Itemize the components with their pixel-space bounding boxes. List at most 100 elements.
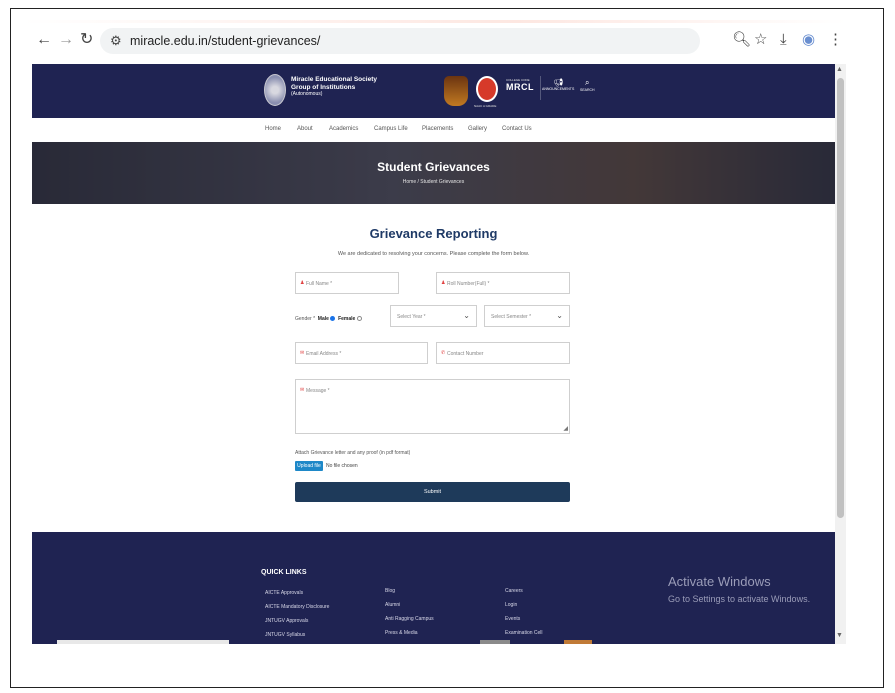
resize-handle-icon[interactable]: ◢ xyxy=(563,425,568,432)
gender-female-radio[interactable] xyxy=(356,316,362,322)
page-scrollbar[interactable]: ▲ ▼ xyxy=(835,64,846,644)
windows-watermark-subtitle: Go to Settings to activate Windows. xyxy=(668,594,811,604)
year-placeholder: Select Year * xyxy=(397,314,426,320)
search-button[interactable]: ⌕ SEARCH xyxy=(580,78,595,92)
chevron-down-icon: ⌄ xyxy=(556,311,563,320)
badge-label: NAAC A GRADE xyxy=(474,104,497,108)
submit-button[interactable]: Submit xyxy=(295,482,570,502)
semester-placeholder: Select Semester * xyxy=(491,314,532,320)
user-icon: ♟ xyxy=(300,280,305,286)
megaphone-icon: 📢︎ xyxy=(553,78,564,87)
form-subtitle: We are dedicated to resolving your conce… xyxy=(337,251,530,257)
full-name-input[interactable]: ♟ Full Name * xyxy=(295,272,399,294)
footer-link[interactable]: JNTUGV Approvals xyxy=(265,618,308,624)
scroll-up-arrow-icon[interactable]: ▲ xyxy=(836,66,843,73)
footer-link[interactable]: Login xyxy=(505,602,517,608)
nav-item-campus-life[interactable]: Campus Life xyxy=(374,126,408,132)
message-placeholder: Message * xyxy=(306,388,330,394)
form-title: Grievance Reporting xyxy=(369,226,498,241)
site-header: Miracle Educational Society Group of Ins… xyxy=(32,64,835,118)
nav-item-gallery[interactable]: Gallery xyxy=(468,126,487,132)
society-logo[interactable] xyxy=(264,74,286,106)
back-arrow-icon[interactable]: ← xyxy=(36,32,52,48)
no-file-text: No file chosen xyxy=(326,463,358,469)
society-line3: (Autonomous) xyxy=(291,91,323,97)
page-viewport: Miracle Educational Society Group of Ins… xyxy=(32,64,835,644)
society-line1: Miracle Educational Society xyxy=(291,76,377,83)
address-bar[interactable]: ⚙ miracle.edu.in/student-grievances/ xyxy=(100,28,700,54)
nav-item-placements[interactable]: Placements xyxy=(422,126,453,132)
mrcl-emblem-icon xyxy=(476,76,498,102)
message-textarea[interactable]: ✉ Message * ◢ xyxy=(295,379,570,434)
zoom-icon[interactable]: 🔍︎ xyxy=(732,32,751,48)
browser-toolbar: ← → ↻ ⚙ miracle.edu.in/student-grievance… xyxy=(22,20,846,64)
announcements-label: ANNOUNCEMENTS xyxy=(542,87,575,91)
college-code: COLLEGE CODE MRCL xyxy=(506,78,536,96)
menu-kebab-icon[interactable]: ⋮ xyxy=(828,32,843,48)
gender-male-radio[interactable] xyxy=(330,316,336,322)
scrollbar-thumb[interactable] xyxy=(837,78,844,518)
email-placeholder: Email Address * xyxy=(306,351,342,357)
windows-watermark-title: Activate Windows xyxy=(668,574,771,589)
footer-link[interactable]: Press & Media xyxy=(385,630,418,636)
nav-item-academics[interactable]: Academics xyxy=(329,126,358,132)
society-line2: Group of Institutions xyxy=(291,83,356,91)
society-name: Miracle Educational Society Group of Ins… xyxy=(291,76,377,99)
search-label: SEARCH xyxy=(580,88,595,92)
footer-link[interactable]: JNTUGV Syllabus xyxy=(265,632,305,638)
contact-placeholder: Contact Number xyxy=(447,351,484,357)
gender-female-label[interactable]: Female xyxy=(338,316,355,322)
reload-icon[interactable]: ↻ xyxy=(80,32,93,48)
profile-icon[interactable]: ◉ xyxy=(802,32,815,48)
forward-arrow-icon[interactable]: → xyxy=(58,32,74,48)
footer-link[interactable]: Blog xyxy=(385,588,395,594)
gender-radio-group: Gender * Male Female xyxy=(295,316,362,322)
nav-item-home[interactable]: Home xyxy=(265,126,281,132)
full-name-placeholder: Full Name * xyxy=(306,281,333,287)
footer-link[interactable]: Examination Cell xyxy=(505,630,543,636)
nav-item-about[interactable]: About xyxy=(297,126,313,132)
gender-male-label[interactable]: Male xyxy=(318,316,329,322)
gender-label: Gender * xyxy=(295,316,316,322)
header-divider xyxy=(540,76,541,100)
footer-link[interactable]: Careers xyxy=(505,588,523,594)
user-icon: ♟ xyxy=(441,280,446,286)
nav-item-contact-us[interactable]: Contact Us xyxy=(502,126,532,132)
bookmark-star-icon[interactable]: ☆ xyxy=(754,32,767,48)
attach-label: Attach Grievance letter and any proof (i… xyxy=(295,450,411,456)
upload-file-button[interactable]: Upload file xyxy=(295,461,323,471)
search-icon: ⌕ xyxy=(585,78,590,87)
naac-badge-icon xyxy=(444,76,468,106)
main-navigation: Home About Academics Campus Life Placeme… xyxy=(32,118,835,142)
phone-icon: ✆ xyxy=(441,350,446,356)
college-code-value: MRCL xyxy=(506,82,534,92)
email-input[interactable]: ✉ Email Address * xyxy=(295,342,428,364)
page-title: Student Grievances xyxy=(377,160,490,174)
footer-link[interactable]: AICTE Mandatory Disclosure xyxy=(265,604,329,610)
footer-strip xyxy=(564,640,592,644)
footer-strip xyxy=(480,640,510,644)
site-footer: QUICK LINKS AICTE Approvals AICTE Mandat… xyxy=(32,532,835,644)
footer-link[interactable]: Alumni xyxy=(385,602,400,608)
semester-select[interactable]: Select Semester * ⌄ xyxy=(484,305,570,327)
tab-strip-edge xyxy=(22,20,846,23)
roll-number-input[interactable]: ♟ Roll Number(Full) * xyxy=(436,272,570,294)
footer-link[interactable]: Events xyxy=(505,616,520,622)
envelope-icon: ✉ xyxy=(300,387,305,393)
contact-number-input[interactable]: ✆ Contact Number xyxy=(436,342,570,364)
page-banner: Student Grievances Home / Student Grieva… xyxy=(32,142,835,204)
roll-number-placeholder: Roll Number(Full) * xyxy=(447,281,490,287)
chevron-down-icon: ⌄ xyxy=(463,311,470,320)
download-icon[interactable]: ⤓ xyxy=(780,32,787,48)
breadcrumb[interactable]: Home / Student Grievances xyxy=(32,179,835,185)
year-select[interactable]: Select Year * ⌄ xyxy=(390,305,477,327)
quick-links-title: QUICK LINKS xyxy=(261,569,307,576)
envelope-icon: ✉ xyxy=(300,350,305,356)
footer-strip xyxy=(57,640,229,644)
url-text[interactable]: miracle.edu.in/student-grievances/ xyxy=(130,34,320,48)
announcements-button[interactable]: 📢︎ ANNOUNCEMENTS xyxy=(542,78,574,91)
footer-link[interactable]: Anti Ragging Campus xyxy=(385,616,434,622)
footer-link[interactable]: AICTE Approvals xyxy=(265,590,303,596)
site-info-icon[interactable]: ⚙ xyxy=(110,33,122,49)
scroll-down-arrow-icon[interactable]: ▼ xyxy=(836,632,843,639)
